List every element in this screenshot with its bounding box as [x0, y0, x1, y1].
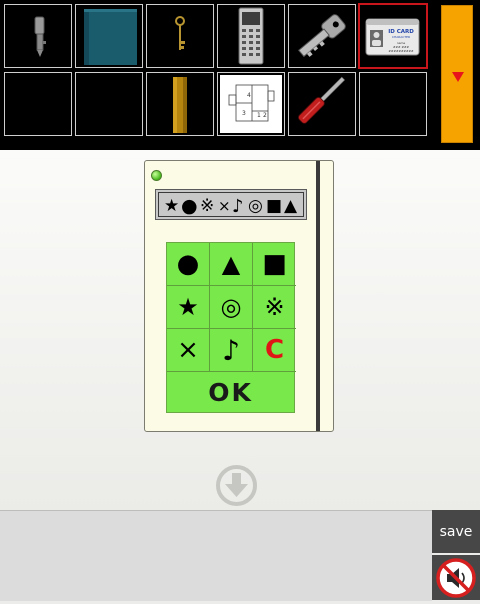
inventory-bar: ID CARD CHARACTER name ### ### #########…: [0, 0, 480, 150]
calculator-icon: [238, 7, 264, 65]
svg-text:##########: ##########: [388, 49, 414, 53]
key-star[interactable]: ★: [167, 286, 210, 329]
display-symbol: ※: [200, 196, 215, 216]
inventory-slot-screwdriver[interactable]: [288, 72, 356, 136]
inventory-slot-battery[interactable]: [146, 72, 214, 136]
svg-text:3: 3: [242, 110, 246, 117]
inventory-slot-id-card[interactable]: ID CARD CHARACTER name ### ### #########…: [358, 3, 428, 69]
symbol-display-frame: ★ ● ※ × ♪ ◎ ■ ▲: [158, 192, 304, 217]
down-triangle-icon: [452, 72, 464, 82]
key-reference-mark[interactable]: ※: [253, 286, 296, 329]
key-circle[interactable]: ●: [167, 243, 210, 286]
display-symbol: ◎: [248, 196, 263, 216]
svg-text:1: 1: [257, 112, 261, 119]
battery-icon: [173, 77, 187, 133]
save-button[interactable]: save: [432, 510, 480, 553]
code-lock-device: ★ ● ※ × ♪ ◎ ■ ▲ ● ▲ ■ ★ ◎ ※ × ♪ C OK: [144, 160, 334, 432]
screwdriver-icon: [298, 76, 346, 124]
key-cross[interactable]: ×: [167, 329, 210, 372]
inventory-slot-floor-plan[interactable]: 4 1 3 2: [217, 72, 285, 136]
down-arrow-circle-icon: [216, 465, 257, 506]
back-button[interactable]: [215, 464, 258, 507]
symbol-display: ★ ● ※ × ♪ ◎ ■ ▲: [155, 189, 307, 220]
inventory-slot-book[interactable]: [75, 4, 143, 68]
sound-muted-icon: [436, 558, 476, 598]
inventory-scroll-button[interactable]: [441, 5, 473, 143]
scene-view: ★ ● ※ × ♪ ◎ ■ ▲ ● ▲ ■ ★ ◎ ※ × ♪ C OK: [0, 150, 480, 510]
key-square[interactable]: ■: [253, 243, 296, 286]
svg-text:CHARACTER: CHARACTER: [392, 35, 410, 39]
symbol-keypad: ● ▲ ■ ★ ◎ ※ × ♪ C OK: [166, 242, 296, 413]
teal-book-icon: [84, 9, 137, 65]
display-symbol: ×: [218, 197, 231, 215]
device-spine: [316, 161, 320, 431]
inventory-slot-silver-key[interactable]: [288, 4, 356, 68]
inventory-slot-empty[interactable]: [4, 72, 72, 136]
ok-button[interactable]: OK: [167, 372, 294, 412]
display-symbol: ●: [181, 195, 198, 217]
old-key-icon: [175, 16, 185, 50]
key-double-circle[interactable]: ◎: [210, 286, 253, 329]
key-clear[interactable]: C: [253, 329, 296, 372]
inventory-slot-calculator[interactable]: [217, 4, 285, 68]
silver-key-icon: [298, 14, 346, 58]
inventory-slot-empty[interactable]: [359, 72, 427, 136]
inventory-slot-old-key[interactable]: [146, 4, 214, 68]
key-music-note[interactable]: ♪: [210, 329, 253, 372]
inventory-slot-empty[interactable]: [75, 72, 143, 136]
message-area: [0, 510, 432, 601]
key-triangle[interactable]: ▲: [210, 243, 253, 286]
floor-plan-icon: 4 1 3 2: [220, 75, 282, 133]
display-symbol: ■: [266, 196, 283, 216]
sound-toggle-button[interactable]: [432, 555, 480, 600]
display-symbol: ★: [164, 196, 180, 216]
key-icon: [34, 16, 46, 57]
svg-text:4: 4: [247, 92, 251, 99]
svg-text:2: 2: [263, 112, 267, 119]
status-led: [151, 170, 162, 181]
inventory-slot-key[interactable]: [4, 4, 72, 68]
id-card-icon: ID CARD CHARACTER name ### ### #########…: [365, 18, 420, 56]
display-symbol: ▲: [284, 196, 298, 216]
display-symbol: ♪: [232, 196, 244, 217]
